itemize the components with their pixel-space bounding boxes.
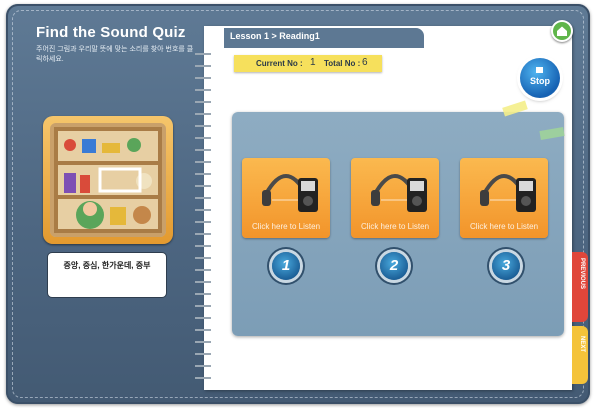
- quiz-instruction: 주어진 그림과 우리말 뜻에 맞는 소리를 찾아 번호를 클릭하세요.: [36, 46, 194, 63]
- question-counter: Current No : 1 Total No : 6: [234, 55, 382, 72]
- home-icon: [553, 22, 571, 40]
- listen-label: Click here to Listen: [469, 222, 539, 231]
- quiz-title: Find the Sound Quiz: [36, 24, 186, 41]
- listen-label: Click here to Listen: [360, 222, 430, 231]
- lesson-breadcrumb: Lesson 1 > Reading1: [230, 31, 320, 41]
- previous-label: PREVIOUS: [579, 258, 585, 290]
- picture-frame: [43, 116, 173, 244]
- listen-card-2[interactable]: Click here to Listen: [351, 158, 439, 238]
- current-label: Current No :: [256, 59, 303, 68]
- stop-icon: [536, 67, 543, 73]
- listen-card-3[interactable]: Click here to Listen: [460, 158, 548, 238]
- answer-button-1[interactable]: 1: [272, 252, 300, 280]
- next-button[interactable]: NEXT: [572, 326, 588, 384]
- answer-meaning-box: 중앙, 중심, 한가운데, 중부: [48, 253, 166, 297]
- home-button[interactable]: [551, 20, 573, 42]
- previous-button[interactable]: PREVIOUS: [572, 252, 588, 322]
- stop-label: Stop: [530, 76, 550, 86]
- toy-shelf-picture: [50, 123, 166, 237]
- stop-button[interactable]: Stop: [520, 58, 560, 98]
- total-number: 6: [362, 57, 368, 68]
- total-label: Total No :: [324, 59, 361, 68]
- listen-card-1[interactable]: Click here to Listen: [242, 158, 330, 238]
- spiral-binding: [195, 53, 211, 379]
- answer-button-2[interactable]: 2: [380, 252, 408, 280]
- listen-label: Click here to Listen: [251, 222, 321, 231]
- next-label: NEXT: [579, 336, 585, 353]
- current-number: 1: [310, 57, 316, 68]
- answer-button-3[interactable]: 3: [492, 252, 520, 280]
